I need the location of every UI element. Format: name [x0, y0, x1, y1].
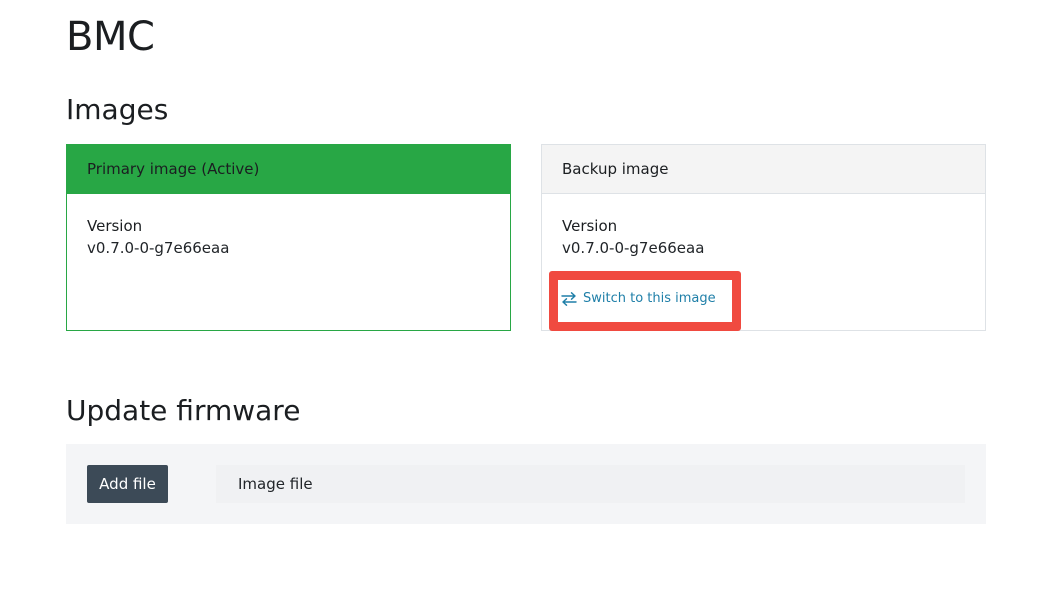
backup-version-value: v0.7.0-0-g7e66eaa [562, 239, 705, 257]
switch-to-this-image-label: Switch to this image [583, 291, 716, 306]
update-firmware-section-title: Update firmware [66, 394, 301, 427]
image-file-field[interactable]: Image file [216, 465, 965, 503]
switch-to-this-image-button[interactable]: Switch to this image [561, 291, 716, 306]
primary-version-label: Version [87, 217, 143, 235]
backup-image-body: Version v0.7.0-0-g7e66eaa [542, 194, 985, 260]
firmware-page: BMC Images Primary image (Active) Versio… [0, 0, 1060, 609]
backup-image-card: Backup image Version v0.7.0-0-g7e66eaa S… [541, 144, 986, 331]
primary-image-body: Version v0.7.0-0-g7e66eaa [67, 194, 510, 260]
add-file-button[interactable]: Add file [87, 465, 168, 503]
primary-version-value: v0.7.0-0-g7e66eaa [87, 239, 230, 257]
images-section-title: Images [66, 93, 169, 126]
firmware-upload-panel: Add file Image file [66, 444, 986, 524]
switch-arrows-icon [561, 291, 577, 306]
backup-image-header: Backup image [542, 145, 985, 194]
backup-version-label: Version [562, 217, 618, 235]
primary-image-header: Primary image (Active) [67, 145, 510, 194]
image-file-placeholder: Image file [238, 475, 313, 493]
primary-image-card: Primary image (Active) Version v0.7.0-0-… [66, 144, 511, 331]
page-title: BMC [66, 14, 155, 60]
